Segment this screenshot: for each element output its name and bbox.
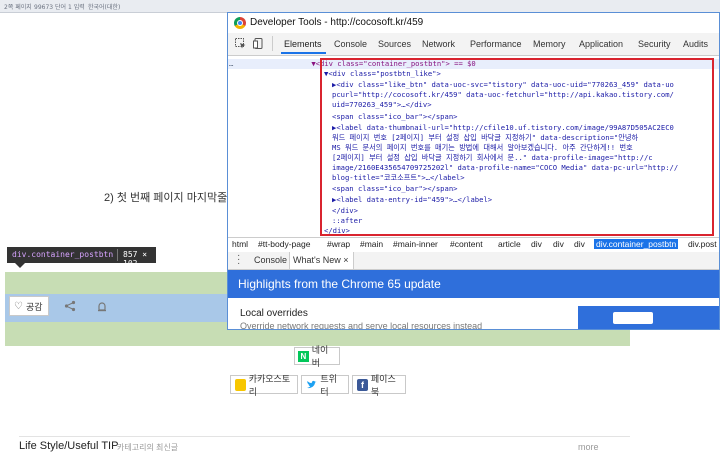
drawer-tabbar: · · · Console What's New ×	[228, 251, 719, 270]
tooltip-separator	[117, 249, 118, 261]
breadcrumb-item[interactable]: div	[553, 239, 564, 249]
breadcrumb-item[interactable]: article	[498, 239, 521, 249]
tab-audits[interactable]: Audits	[683, 39, 708, 49]
share-button[interactable]	[57, 296, 83, 316]
breadcrumb-item-selected[interactable]: div.container_postbtn	[594, 239, 679, 249]
inspect-tooltip: div.container_postbtn 857 × 102	[7, 247, 156, 268]
tab-network[interactable]: Network	[422, 39, 455, 49]
status-language: 한국어(대한)	[88, 4, 121, 11]
kakaostory-share-button[interactable]: 카카오스토리	[230, 374, 298, 397]
device-toolbar-icon[interactable]	[253, 38, 264, 49]
kakaostory-icon	[235, 378, 246, 391]
breadcrumb-item[interactable]: #main	[360, 239, 383, 249]
status-input: 1 입력	[68, 4, 85, 11]
drawer-menu-icon[interactable]: · · ·	[237, 251, 240, 269]
whats-new-title: Highlights from the Chrome 65 update	[238, 277, 441, 291]
whats-new-item-title[interactable]: Local overrides	[240, 308, 308, 319]
tab-security[interactable]: Security	[638, 39, 671, 49]
breadcrumb-item[interactable]: html	[232, 239, 248, 249]
chrome-logo-icon	[234, 17, 246, 29]
tab-performance[interactable]: Performance	[470, 39, 522, 49]
whats-new-banner: Highlights from the Chrome 65 update	[228, 270, 719, 298]
twitter-label: 트위터	[320, 373, 337, 397]
siren-icon	[98, 302, 106, 312]
ellipsis-icon: …	[229, 59, 234, 68]
facebook-share-button[interactable]: f 페이스북	[352, 374, 406, 397]
twitter-share-button[interactable]: 트위터	[301, 374, 349, 397]
breadcrumb-item[interactable]: #tt-body-page	[258, 239, 310, 249]
breadcrumb-item[interactable]: #main-inner	[393, 239, 438, 249]
like-button[interactable]: ♡ 공감	[9, 296, 49, 316]
twitter-icon	[306, 380, 317, 388]
naver-icon: N	[298, 350, 309, 362]
naver-share-button[interactable]: N 네이버	[294, 345, 340, 368]
facebook-icon: f	[357, 378, 368, 391]
more-link[interactable]: more	[578, 442, 599, 452]
whats-new-illustration	[578, 306, 719, 329]
breadcrumb-item[interactable]: #wrap	[327, 239, 350, 249]
devtools-title: Developer Tools - http://cocosoft.kr/459	[250, 17, 424, 28]
share-icon	[64, 300, 76, 312]
whats-new-body: Local overrides Override network request…	[228, 298, 719, 329]
post-button-row: ♡ 공감	[5, 294, 125, 322]
breadcrumb-item[interactable]: div	[574, 239, 585, 249]
report-button[interactable]	[89, 296, 115, 316]
tab-memory[interactable]: Memory	[533, 39, 566, 49]
dom-breadcrumb: html #tt-body-page #wrap #main #main-inn…	[228, 237, 719, 253]
kakaostory-label: 카카오스토리	[248, 373, 291, 397]
tooltip-dimensions: 857 × 102	[123, 250, 148, 268]
drawer-tab-console[interactable]: Console	[254, 255, 287, 265]
inspect-element-icon[interactable]	[235, 38, 246, 49]
active-tab-indicator	[281, 52, 326, 54]
tooltip-tail	[15, 263, 25, 268]
drawer-tab-whats-new[interactable]: What's New ×	[293, 255, 349, 265]
devtools-tabbar: Elements Console Sources Network Perform…	[228, 33, 719, 56]
breadcrumb-item[interactable]: div	[531, 239, 542, 249]
tab-console[interactable]: Console	[334, 39, 367, 49]
devtools-window: Developer Tools - http://cocosoft.kr/459…	[227, 12, 720, 330]
category-title-link[interactable]: Life Style/Useful TIP	[19, 440, 118, 452]
status-pages: 2쪽 페이지	[4, 4, 32, 11]
tab-application[interactable]: Application	[579, 39, 623, 49]
category-subtitle: 카테고리의 최신글	[117, 443, 179, 452]
highlight-annotation-box	[320, 58, 714, 236]
whats-new-item-desc: Override network requests and serve loca…	[240, 322, 483, 329]
status-words: 99673 단어	[34, 4, 67, 11]
facebook-label: 페이스북	[370, 373, 396, 397]
footer-divider	[19, 436, 630, 437]
breadcrumb-item[interactable]: #content	[450, 239, 483, 249]
naver-label: 네이버	[311, 345, 329, 368]
breadcrumb-item[interactable]: div.post	[688, 239, 717, 249]
like-label: 공감	[25, 301, 43, 312]
tooltip-selector: div.container_postbtn	[12, 250, 114, 259]
tab-elements[interactable]: Elements	[284, 39, 322, 49]
heart-icon: ♡	[14, 300, 23, 312]
tab-sources[interactable]: Sources	[378, 39, 411, 49]
devtools-titlebar: Developer Tools - http://cocosoft.kr/459	[228, 13, 719, 33]
tabbar-divider	[272, 36, 273, 51]
instruction-text: 2) 첫 번째 페이지 마지막줄	[104, 192, 228, 204]
